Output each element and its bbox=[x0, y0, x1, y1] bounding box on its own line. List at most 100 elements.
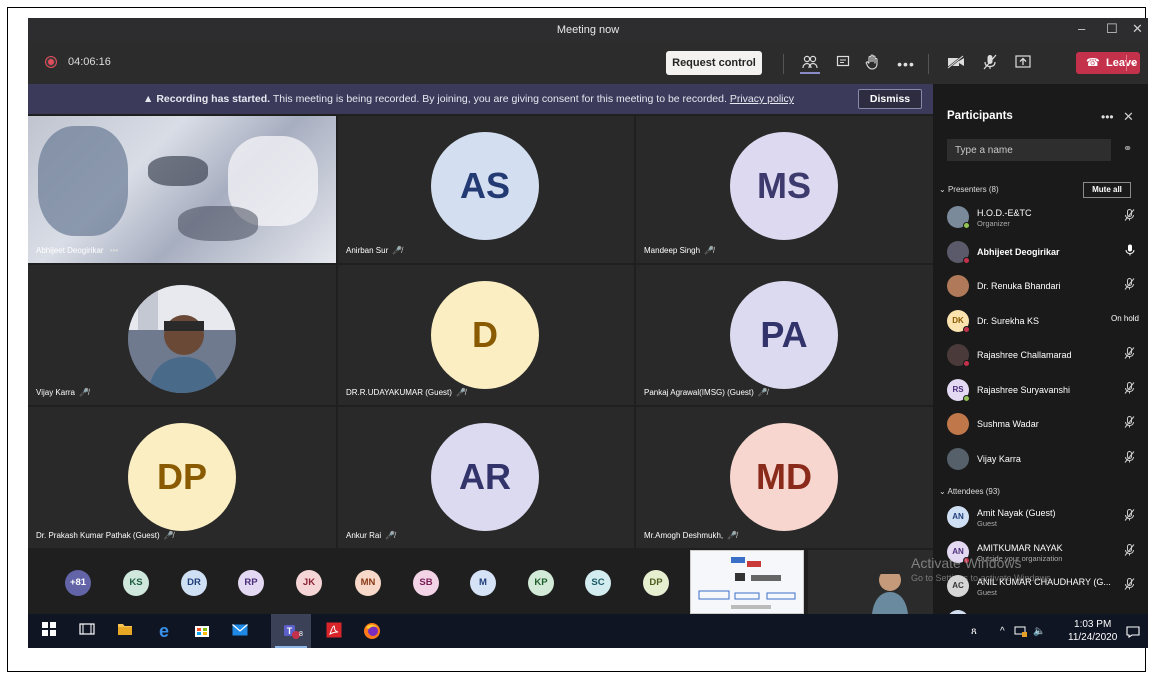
mic-muted-icon: 🎤̸ bbox=[757, 388, 768, 397]
more-participants-chip[interactable]: +81 bbox=[65, 570, 91, 596]
mic-icon[interactable] bbox=[1125, 244, 1135, 259]
participant-chip[interactable]: DR bbox=[181, 570, 207, 596]
participant-name: Pankaj Agrawal(IMSG) (Guest) bbox=[644, 388, 754, 397]
mic-muted-icon[interactable] bbox=[1124, 543, 1135, 559]
meeting-toolbar: 04:06:16 Request control ••• ☎ Leave ⌄ bbox=[28, 42, 1148, 84]
participants-icon[interactable] bbox=[800, 54, 820, 74]
participant-strip: +81 KS DR RP JK MN SB M KP SC DP bbox=[28, 550, 933, 614]
presence-status-icon bbox=[963, 394, 970, 402]
raise-hand-icon[interactable] bbox=[862, 54, 882, 74]
store-icon[interactable] bbox=[193, 622, 211, 640]
participant-chip[interactable]: KP bbox=[528, 570, 554, 596]
chevron-down-icon[interactable]: ⌄ bbox=[1129, 52, 1137, 74]
participant-chip[interactable]: M bbox=[470, 570, 496, 596]
video-tile[interactable]: MD Mr.Amogh Deshmukh, 🎤̸ bbox=[636, 407, 933, 548]
recording-indicator-icon bbox=[46, 57, 56, 67]
participant-role: Guest bbox=[977, 519, 998, 528]
network-icon[interactable] bbox=[1014, 626, 1028, 641]
participant-chip[interactable]: SB bbox=[413, 570, 439, 596]
close-window-button[interactable]: ✕ bbox=[1132, 21, 1143, 37]
mic-muted-icon[interactable] bbox=[980, 54, 1000, 74]
edge-browser-icon[interactable]: e bbox=[155, 622, 173, 640]
video-tile[interactable]: DP Dr. Prakash Kumar Pathak (Guest) 🎤̸ bbox=[28, 407, 336, 548]
participant-row[interactable]: Rajashree Challamarad bbox=[947, 342, 1143, 372]
profile-photo bbox=[128, 285, 236, 393]
task-view-icon[interactable] bbox=[78, 622, 96, 640]
maximize-button[interactable]: ☐ bbox=[1106, 21, 1118, 37]
participant-search-input[interactable] bbox=[947, 139, 1111, 161]
more-options-icon[interactable]: ••• bbox=[110, 246, 118, 255]
hang-up-icon: ☎ bbox=[1086, 57, 1100, 69]
mic-muted-icon[interactable] bbox=[1124, 509, 1135, 524]
participant-role: Organizer bbox=[977, 219, 1010, 228]
video-tile[interactable]: D DR.R.UDAYAKUMAR (Guest) 🎤̸ bbox=[338, 265, 634, 405]
participant-chip[interactable]: RP bbox=[238, 570, 264, 596]
share-tray-icon[interactable] bbox=[1013, 54, 1033, 74]
teams-taskbar-active[interactable]: T 8 bbox=[271, 614, 311, 648]
participant-chip[interactable]: SC bbox=[585, 570, 611, 596]
request-control-button[interactable]: Request control bbox=[666, 51, 762, 75]
firefox-icon[interactable] bbox=[363, 622, 381, 640]
participant-role: Guest bbox=[977, 588, 998, 597]
video-tile[interactable]: AS Anirban Sur 🎤̸ bbox=[338, 116, 634, 263]
participant-chip[interactable]: JK bbox=[296, 570, 322, 596]
notifications-icon[interactable] bbox=[1126, 626, 1140, 641]
teams-badge: 8 bbox=[299, 631, 303, 638]
windows-start-icon[interactable] bbox=[40, 622, 58, 640]
mute-all-button[interactable]: Mute all bbox=[1083, 182, 1131, 198]
participant-row[interactable]: Abhijeet Deogirikar bbox=[947, 239, 1143, 269]
mic-muted-icon: 🎤̸ bbox=[163, 531, 174, 540]
leave-button[interactable]: ☎ Leave ⌄ bbox=[1076, 52, 1140, 74]
camera-off-icon[interactable] bbox=[946, 54, 966, 74]
panel-close-icon[interactable]: ✕ bbox=[1123, 109, 1134, 125]
mic-muted-icon[interactable] bbox=[1124, 278, 1135, 293]
dismiss-button[interactable]: Dismiss bbox=[858, 89, 922, 109]
participant-name: H.O.D.-E&TC bbox=[977, 208, 1032, 218]
participant-avatar: DK bbox=[947, 309, 970, 333]
mic-muted-icon[interactable] bbox=[1124, 209, 1135, 224]
mic-muted-icon[interactable] bbox=[1124, 347, 1135, 362]
people-icon[interactable]: ጸ bbox=[971, 626, 977, 637]
shared-content-thumbnail[interactable] bbox=[690, 550, 804, 614]
participant-row[interactable]: Sushma Wadar bbox=[947, 411, 1143, 441]
participant-row[interactable]: AN Amit Nayak (Guest) Guest bbox=[947, 504, 1143, 534]
taskbar-clock[interactable]: 1:03 PM 11/24/2020 bbox=[1068, 618, 1117, 644]
teams-meeting-window: Meeting now – ☐ ✕ 04:06:16 Request contr… bbox=[28, 18, 1148, 648]
participant-chip[interactable]: DP bbox=[643, 570, 669, 596]
file-explorer-icon[interactable] bbox=[116, 622, 134, 640]
show-hidden-icons-chevron[interactable]: ^ bbox=[1000, 626, 1005, 637]
participant-avatar: AN bbox=[947, 506, 969, 528]
participant-row[interactable]: Dr. Renuka Bhandari bbox=[947, 273, 1143, 303]
chevron-down-icon[interactable]: ⌄ bbox=[939, 185, 948, 194]
avatar: AS bbox=[431, 132, 539, 240]
mic-muted-icon[interactable] bbox=[1124, 416, 1135, 431]
privacy-policy-link[interactable]: Privacy policy bbox=[730, 93, 794, 105]
mic-muted-icon[interactable] bbox=[1124, 578, 1135, 593]
participant-row[interactable]: DK Dr. Surekha KS On hold bbox=[947, 308, 1143, 338]
panel-more-icon[interactable]: ••• bbox=[1101, 110, 1114, 124]
participant-row[interactable]: Vijay Karra bbox=[947, 446, 1143, 476]
link-icon[interactable]: ⚭ bbox=[1123, 142, 1132, 155]
avatar: D bbox=[431, 281, 539, 389]
presence-status-icon bbox=[963, 222, 970, 229]
participant-chip[interactable]: KS bbox=[123, 570, 149, 596]
participant-chip[interactable]: MN bbox=[355, 570, 381, 596]
minimize-button[interactable]: – bbox=[1078, 21, 1085, 36]
video-tile[interactable]: MS Mandeep Singh 🎤̸ bbox=[636, 116, 933, 263]
video-tile[interactable]: AR Ankur Rai 🎤̸ bbox=[338, 407, 634, 548]
mic-muted-icon[interactable] bbox=[1124, 450, 1135, 466]
more-actions-icon[interactable]: ••• bbox=[896, 54, 916, 74]
video-tile[interactable]: Abhijeet Deogirikar ••• bbox=[28, 116, 336, 263]
acrobat-icon[interactable] bbox=[325, 622, 343, 640]
chat-icon[interactable] bbox=[833, 54, 853, 74]
video-tile[interactable]: PA Pankaj Agrawal(IMSG) (Guest) 🎤̸ bbox=[636, 265, 933, 405]
mic-muted-icon[interactable] bbox=[1124, 381, 1135, 397]
mail-icon[interactable] bbox=[231, 622, 249, 640]
participant-row[interactable]: H.O.D.-E&TC Organizer bbox=[947, 204, 1143, 234]
participant-name: Abhijeet Deogirikar bbox=[36, 246, 104, 255]
participant-row[interactable]: RS Rajashree Suryavanshi bbox=[947, 377, 1143, 407]
volume-icon[interactable]: 🔈 bbox=[1033, 626, 1045, 637]
video-tile[interactable]: Vijay Karra 🎤̸ bbox=[28, 265, 336, 405]
participant-avatar: RS bbox=[947, 378, 970, 402]
mic-muted-icon: 🎤̸ bbox=[78, 388, 89, 397]
